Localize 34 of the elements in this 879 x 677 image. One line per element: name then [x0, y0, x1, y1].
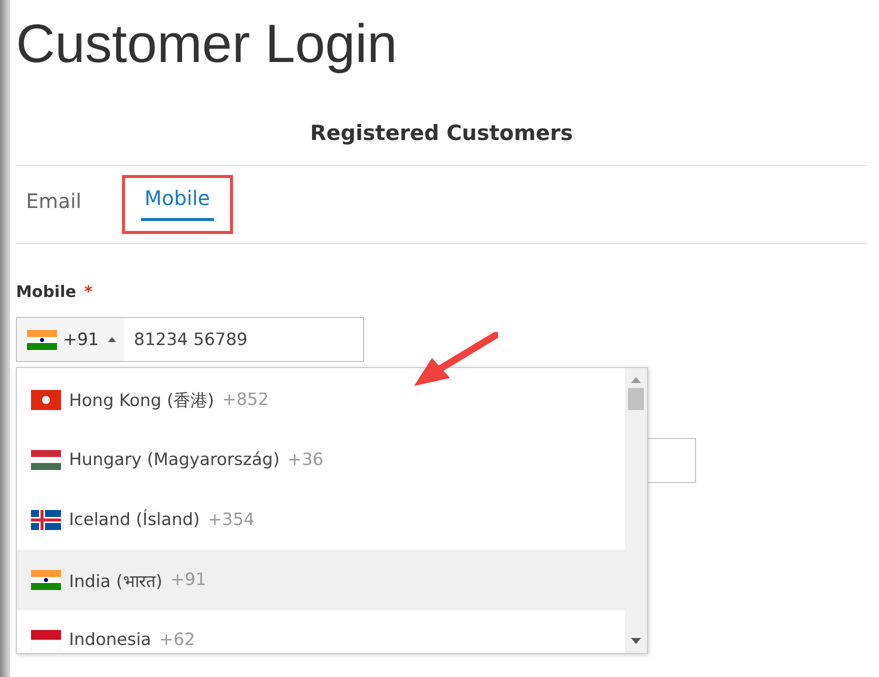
phone-number: 81234 56789	[132, 330, 248, 350]
page-title: Customer Login	[16, 13, 398, 76]
scrollbar[interactable]	[625, 368, 647, 653]
flag-icon	[31, 570, 61, 590]
scroll-up-icon[interactable]	[631, 377, 641, 383]
section-title: Registered Customers	[16, 121, 867, 166]
dial-code: +354	[208, 510, 254, 530]
country-option[interactable]: India (भारत) +91	[17, 550, 625, 610]
dial-code: +852	[222, 390, 269, 410]
phone-field[interactable]: +91 81234 56789	[16, 317, 364, 362]
dial-code: +36	[288, 450, 324, 470]
dial-code: +91	[63, 330, 99, 350]
country-name: Hong Kong (香港)	[69, 390, 214, 412]
country-option[interactable]: Hong Kong (香港) +852	[17, 370, 625, 430]
required-mark: *	[84, 282, 93, 301]
country-name: India (भारत)	[69, 570, 162, 592]
country-name: Iceland (Ísland)	[69, 510, 200, 530]
flag-icon	[31, 630, 61, 650]
dial-code: +62	[159, 630, 196, 650]
flag-icon	[27, 330, 57, 350]
scroll-down-icon[interactable]	[631, 638, 641, 644]
flag-icon	[31, 510, 61, 530]
dial-code: +91	[170, 570, 206, 590]
flag-icon	[31, 450, 61, 470]
tab[interactable]: Email	[22, 185, 86, 224]
country-name: Hungary (Magyarország)	[69, 450, 280, 470]
flag-icon	[31, 390, 61, 410]
country-option[interactable]: Hungary (Magyarország) +36	[17, 430, 625, 490]
field-label: Mobile	[16, 282, 76, 301]
country-option[interactable]: Indonesia +62	[17, 610, 625, 653]
scrollbar-thumb[interactable]	[628, 388, 644, 410]
country-picker[interactable]: +91	[17, 318, 124, 361]
country-name: Indonesia	[69, 630, 152, 650]
country-option[interactable]: Iceland (Ísland) +354	[17, 490, 625, 550]
